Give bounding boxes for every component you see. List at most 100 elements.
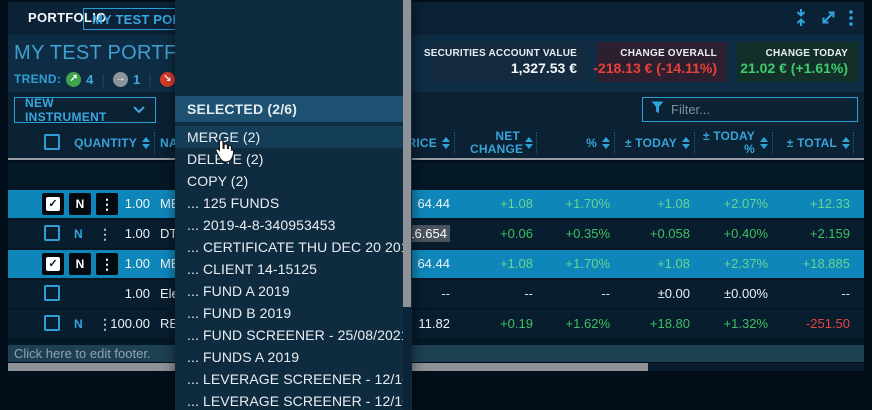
vertical-scrollbar-thumb[interactable] [403,0,411,307]
trend-up-count: 4 [86,72,93,87]
cell-net-change: -- [460,280,533,308]
new-instrument-label: NEW INSTRUMENT [25,96,133,124]
selection-dropdown-panel: SELECTED (2/6) MERGE (2) DELETE (2) COPY… [175,0,412,410]
sort-icon [602,137,610,149]
cell-quantity: 1.00 [60,220,150,248]
cell-today-percent: +2.37% [698,250,768,278]
row-checkbox[interactable] [44,315,60,331]
cell-percent: +0.35% [540,220,610,248]
dropdown-group-header: SELECTED (2/6) [175,96,403,122]
funnel-icon [651,101,664,119]
dropdown-item-merge[interactable]: MERGE (2) [175,126,403,148]
dropdown-item-delete[interactable]: DELETE (2) [175,148,403,170]
dropdown-item-copy[interactable]: COPY (2) [175,170,403,192]
trend-flat-count: 1 [133,72,140,87]
trend-down-icon: ↘ [160,72,175,87]
table-row[interactable]: ✓ N ⋮ 1.00 ME 64.44 +1.08 +1.70% +1.08 +… [8,250,864,278]
trend-separator: | [148,71,152,87]
table-row[interactable]: N ⋮ 100.00 RE 11.82 +0.19 +1.62% +18.80 … [8,310,864,338]
cell-today: +18.80 [618,310,690,338]
cell-today-percent: ±0.00% [698,280,768,308]
column-divider [772,132,773,154]
cell-quantity: 1.00 [60,280,150,308]
column-divider [536,132,537,154]
cell-percent: +1.62% [540,310,610,338]
editable-footer[interactable]: Click here to edit footer. [8,345,864,362]
top-bar: PORTFOLIO MY TEST PORTFOLIO [8,2,864,35]
table-body: ✓ N ⋮ 1.00 ME 64.44 +1.08 +1.70% +1.08 +… [8,162,864,345]
column-header-quantity[interactable]: QUANTITY [60,128,150,158]
new-instrument-button[interactable]: NEW INSTRUMENT [14,97,156,123]
table-row[interactable]: N ⋮ 1.00 DT 16.654 +0.06 +0.35% +0.058 +… [8,220,864,248]
column-divider [694,132,695,154]
expand-diagonal-icon[interactable] [820,9,837,26]
column-header-net-change[interactable]: NET CHANGE [460,128,533,158]
sort-icon [682,137,690,149]
table-header: QUANTITY NAME PRICE NET CHANGE % ± TODAY… [8,128,864,160]
column-divider [454,132,455,154]
dropdown-item-portfolio[interactable]: ... FUNDS A 2019 [175,346,403,368]
row-checkbox[interactable] [44,285,60,301]
cell-total: -- [776,280,850,308]
cell-net-change: +0.19 [460,310,533,338]
cell-today-percent: +0.40% [698,220,768,248]
stat-value: 1,327.53 € [511,60,577,76]
stat-label: CHANGE OVERALL [620,48,717,59]
cell-net-change: +1.08 [460,250,533,278]
column-header-today-percent[interactable]: ± TODAY % [698,128,768,158]
cell-total: +12.33 [776,190,850,218]
kebab-menu-icon[interactable] [848,9,854,27]
filter-input[interactable] [671,102,849,117]
check-icon: ✓ [46,197,60,211]
stat-value: -218.13 € (-14.11%) [593,60,717,76]
column-header-percent[interactable]: % [540,128,610,158]
trend-up-icon: ↗ [66,72,81,87]
cell-total: -251.50 [776,310,850,338]
filter-input-box[interactable] [642,97,858,122]
cell-today-percent: +1.32% [698,310,768,338]
column-header-today[interactable]: ± TODAY [618,128,690,158]
dropdown-item-portfolio[interactable]: ... FUND SCREENER - 25/08/2021 [175,324,403,346]
dropdown-item-portfolio[interactable]: ... CLIENT 14-15125 [175,258,403,280]
dropdown-item-portfolio[interactable]: ... FUND A 2019 [175,280,403,302]
trend-label: TREND: [14,72,61,86]
dropdown-item-portfolio[interactable]: ... LEVERAGE SCREENER - 12/10/2020 [175,390,403,410]
sort-icon [760,137,768,149]
trend-summary: TREND: ↗ 4 | → 1 | ↘ 0 [14,71,187,87]
column-divider [154,132,155,154]
dropdown-item-portfolio[interactable]: ... 2019-4-8-340953453 [175,214,403,236]
cell-quantity: 100.00 [60,310,150,338]
stat-change-today: CHANGE TODAY 21.02 € (+1.61%) [737,42,858,82]
cell-percent: +1.70% [540,190,610,218]
select-all-checkbox[interactable] [44,134,60,150]
cell-today-percent: +2.07% [698,190,768,218]
column-divider [614,132,615,154]
sort-icon [525,137,533,149]
stat-securities-account-value: SECURITIES ACCOUNT VALUE 1,327.53 € [431,42,587,82]
cell-total: +18.885 [776,250,850,278]
check-icon: ✓ [46,257,60,271]
portfolio-app: PORTFOLIO MY TEST PORTFOLIO [0,0,872,410]
cell-total: +2.159 [776,220,850,248]
chevron-down-icon [133,103,145,117]
dropdown-item-portfolio[interactable]: ... LEVERAGE SCREENER - 12/10/2020 [175,368,403,390]
column-header-total[interactable]: ± TOTAL [776,128,850,158]
column-divider [853,132,854,154]
sort-icon [842,137,850,149]
table-row[interactable]: ✓ N ⋮ 1.00 ME 64.44 +1.08 +1.70% +1.08 +… [8,190,864,218]
window-controls [793,8,854,27]
dropdown-item-portfolio[interactable]: ... 125 FUNDS [175,192,403,214]
dropdown-item-portfolio[interactable]: ... FUND B 2019 [175,302,403,324]
toolbar: NEW INSTRUMENT [8,92,864,128]
stat-label: SECURITIES ACCOUNT VALUE [424,48,577,59]
cell-today: +0.058 [618,220,690,248]
cell-today: +1.08 [618,250,690,278]
trend-flat-icon: → [113,72,128,87]
collapse-vertical-icon[interactable] [793,8,809,27]
cell-percent: -- [540,280,610,308]
table-row[interactable]: 1.00 Ele -- -- -- ±0.00 ±0.00% -- [8,280,864,308]
dropdown-item-portfolio[interactable]: ... CERTIFICATE THU DEC 20 2018 [175,236,403,258]
horizontal-scrollbar-track [8,363,864,371]
sort-icon [442,137,450,149]
row-checkbox[interactable] [44,225,60,241]
